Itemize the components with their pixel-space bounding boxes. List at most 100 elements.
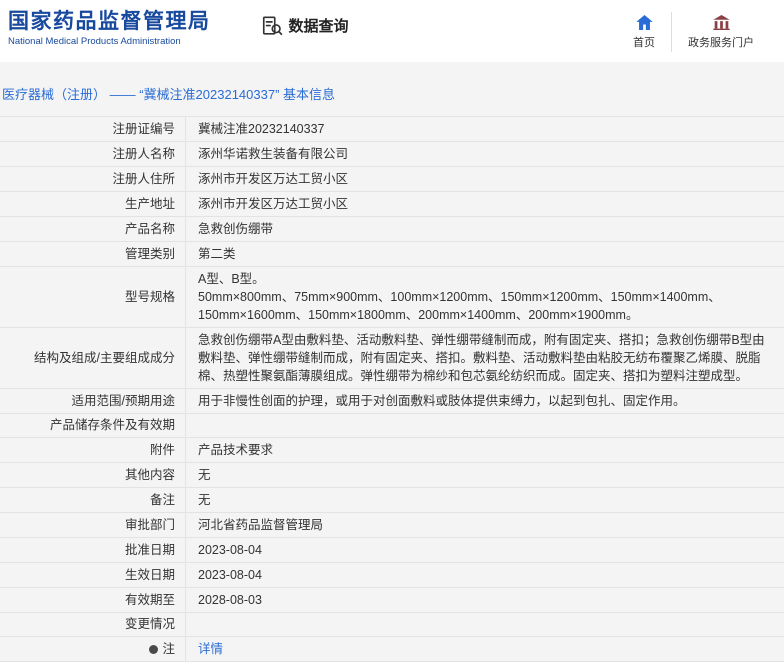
row-label: 备注 bbox=[0, 488, 186, 512]
row-label: 附件 bbox=[0, 438, 186, 462]
row-value: 涿州市开发区万达工贸小区 bbox=[186, 192, 784, 216]
note-icon bbox=[149, 644, 159, 654]
table-row: 有效期至 2028-08-03 bbox=[0, 588, 784, 613]
row-label-text: 注册人名称 bbox=[112, 146, 175, 161]
table-row: 其他内容 无 bbox=[0, 463, 784, 488]
registration-info-table: 注册证编号 冀械注准20232140337 注册人名称 涿州华诺救生装备有限公司 注册人… bbox=[0, 116, 784, 662]
row-value-text: 涿州华诺救生装备有限公司 bbox=[198, 147, 349, 161]
nav-portal[interactable]: 政务服务门户 bbox=[671, 12, 770, 52]
row-value: 无 bbox=[186, 488, 784, 512]
row-value: 第二类 bbox=[186, 242, 784, 266]
row-value: A型、B型。 50mm×800mm、75mm×900mm、100mm×1200m… bbox=[186, 267, 784, 327]
row-value bbox=[186, 414, 784, 437]
table-row: 批准日期 2023-08-04 bbox=[0, 538, 784, 563]
table-row: 附件 产品技术要求 bbox=[0, 438, 784, 463]
table-row: 管理类别 第二类 bbox=[0, 242, 784, 267]
table-row: 产品名称 急救创伤绷带 bbox=[0, 217, 784, 242]
main-content: 医疗器械（注册） —— “冀械注准20232140337” 基本信息 注册证编号… bbox=[0, 62, 784, 662]
row-label: 注册人名称 bbox=[0, 142, 186, 166]
row-label: 产品名称 bbox=[0, 217, 186, 241]
row-label-text: 其他内容 bbox=[124, 467, 175, 482]
row-label: 其他内容 bbox=[0, 463, 186, 487]
row-value: 涿州华诺救生装备有限公司 bbox=[186, 142, 784, 166]
row-label: 产品储存条件及有效期 bbox=[0, 414, 186, 437]
row-label-text: 备注 bbox=[149, 492, 175, 507]
row-label-text: 批准日期 bbox=[124, 542, 175, 557]
row-value: 急救创伤绷带A型由敷料垫、活动敷料垫、弹性绷带缝制而成，附有固定夹、搭扣；急救创… bbox=[186, 328, 784, 388]
row-label-text: 管理类别 bbox=[124, 246, 175, 261]
row-label-text: 审批部门 bbox=[124, 517, 175, 532]
row-value: 用于非慢性创面的护理，或用于对创面敷料或肢体提供束缚力，以起到包扎、固定作用。 bbox=[186, 389, 784, 413]
row-label: 适用范围/预期用途 bbox=[0, 389, 186, 413]
government-portal-icon bbox=[712, 14, 730, 30]
row-value: 2023-08-04 bbox=[186, 538, 784, 562]
row-value-text: A型、B型。 50mm×800mm、75mm×900mm、100mm×1200m… bbox=[198, 272, 721, 322]
row-value bbox=[186, 613, 784, 636]
row-label: 型号规格 bbox=[0, 267, 186, 327]
row-value: 2028-08-03 bbox=[186, 588, 784, 612]
nmpa-logo: 国家药品监督管理局 National Medical Products Admi… bbox=[8, 10, 211, 47]
table-row: 注册人名称 涿州华诺救生装备有限公司 bbox=[0, 142, 784, 167]
row-value: 详情 bbox=[186, 637, 784, 661]
site-header: 国家药品监督管理局 National Medical Products Admi… bbox=[0, 0, 784, 62]
nav-home[interactable]: 首页 bbox=[617, 12, 671, 52]
table-row: 生效日期 2023-08-04 bbox=[0, 563, 784, 588]
detail-link[interactable]: 详情 bbox=[198, 640, 223, 658]
table-row: 适用范围/预期用途 用于非慢性创面的护理，或用于对创面敷料或肢体提供束缚力，以起到… bbox=[0, 389, 784, 414]
row-value-text: 用于非慢性创面的护理，或用于对创面敷料或肢体提供束缚力，以起到包扎、固定作用。 bbox=[198, 394, 686, 408]
logo-title: 国家药品监督管理局 bbox=[8, 10, 211, 33]
row-label-text: 附件 bbox=[149, 442, 175, 457]
row-value-text: 急救创伤绷带 bbox=[198, 222, 274, 236]
row-value-text: 产品技术要求 bbox=[198, 443, 274, 457]
row-value-text: 涿州市开发区万达工贸小区 bbox=[198, 172, 349, 186]
table-row: 备注 无 bbox=[0, 488, 784, 513]
table-row: 注册人住所 涿州市开发区万达工贸小区 bbox=[0, 167, 784, 192]
row-label: 有效期至 bbox=[0, 588, 186, 612]
row-label: 注册证编号 bbox=[0, 117, 186, 141]
row-label-text: 生产地址 bbox=[124, 196, 175, 211]
table-row: 型号规格 A型、B型。 50mm×800mm、75mm×900mm、100mm×1… bbox=[0, 267, 784, 328]
row-label-text: 注册人住所 bbox=[112, 171, 175, 186]
row-label: 生产地址 bbox=[0, 192, 186, 216]
breadcrumb: 医疗器械（注册） —— “冀械注准20232140337” 基本信息 bbox=[2, 87, 336, 102]
row-label-text: 注册证编号 bbox=[112, 121, 175, 136]
row-label: 批准日期 bbox=[0, 538, 186, 562]
row-label-text: 有效期至 bbox=[124, 592, 175, 607]
row-label: 变更情况 bbox=[0, 613, 186, 636]
row-label: 审批部门 bbox=[0, 513, 186, 537]
row-label: 注 bbox=[0, 637, 186, 661]
row-value: 涿州市开发区万达工贸小区 bbox=[186, 167, 784, 191]
nav-home-label: 首页 bbox=[633, 37, 655, 49]
row-value: 急救创伤绷带 bbox=[186, 217, 784, 241]
table-row: 结构及组成/主要组成成分 急救创伤绷带A型由敷料垫、活动敷料垫、弹性绷带缝制而成，… bbox=[0, 328, 784, 389]
row-value-text: 第二类 bbox=[198, 247, 236, 261]
table-row: 注册证编号 冀械注准20232140337 bbox=[0, 117, 784, 142]
row-label: 注册人住所 bbox=[0, 167, 186, 191]
row-value-text: 河北省药品监督管理局 bbox=[198, 518, 324, 532]
row-value-text: 无 bbox=[198, 493, 211, 507]
row-value: 产品技术要求 bbox=[186, 438, 784, 462]
row-label-text: 生效日期 bbox=[124, 567, 175, 582]
data-query-label: 数据查询 bbox=[288, 18, 349, 35]
row-label: 结构及组成/主要组成成分 bbox=[0, 328, 186, 388]
row-value-text: 2023-08-04 bbox=[198, 543, 262, 557]
table-row: 变更情况 bbox=[0, 613, 784, 637]
row-label-text: 变更情况 bbox=[124, 617, 175, 631]
row-value: 冀械注准20232140337 bbox=[186, 117, 784, 141]
row-label-text: 产品名称 bbox=[124, 221, 175, 236]
row-label-text: 产品储存条件及有效期 bbox=[49, 418, 175, 432]
row-label-text: 结构及组成/主要组成成分 bbox=[34, 350, 175, 365]
logo-subtitle: National Medical Products Administration bbox=[8, 36, 181, 47]
data-query-icon bbox=[261, 15, 283, 35]
nav-portal-label: 政务服务门户 bbox=[688, 37, 754, 49]
row-value: 河北省药品监督管理局 bbox=[186, 513, 784, 537]
row-value-text: 2023-08-04 bbox=[198, 568, 262, 582]
table-row: 审批部门 河北省药品监督管理局 bbox=[0, 513, 784, 538]
home-icon bbox=[635, 14, 653, 30]
data-query-heading: 数据查询 bbox=[261, 15, 349, 36]
row-label-text: 型号规格 bbox=[124, 289, 175, 304]
table-row: 生产地址 涿州市开发区万达工贸小区 bbox=[0, 192, 784, 217]
row-value-text: 涿州市开发区万达工贸小区 bbox=[198, 197, 349, 211]
row-label-text: 注 bbox=[162, 641, 175, 656]
table-row: 产品储存条件及有效期 bbox=[0, 414, 784, 438]
